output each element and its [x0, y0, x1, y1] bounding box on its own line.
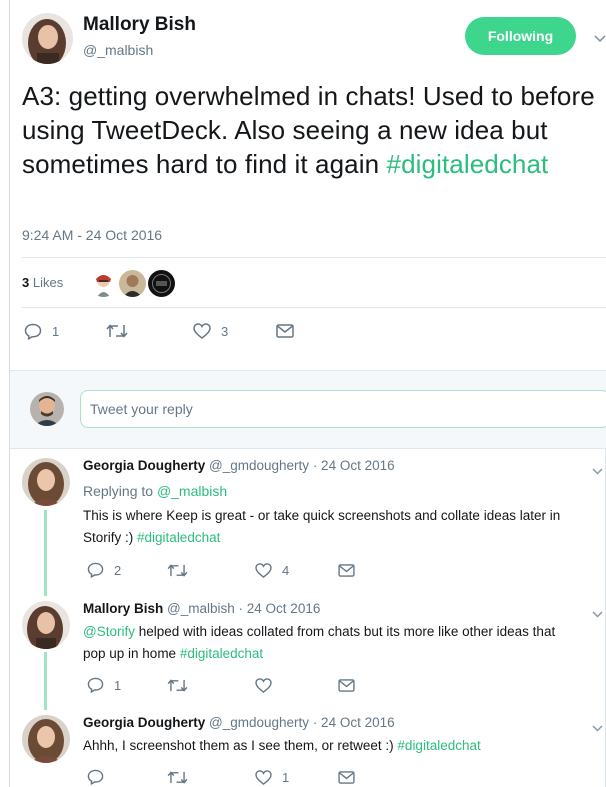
reply-avatar[interactable]	[22, 458, 70, 506]
reply-composer: Tweet your reply	[10, 370, 606, 449]
reply-date[interactable]: · 24 Oct 2016	[239, 601, 321, 616]
thread-connector	[44, 510, 47, 596]
author-handle[interactable]: @_malbish	[83, 42, 153, 58]
likes-summary[interactable]: 3 Likes	[22, 275, 63, 290]
tweet-hashtag-link[interactable]: #digitaledchat	[387, 149, 549, 179]
reply-hashtag-link[interactable]: #digitaledchat	[397, 738, 480, 753]
reply-count: 1	[114, 677, 122, 693]
reply-date[interactable]: · 24 Oct 2016	[313, 715, 395, 730]
reply-text: @Storify helped with ideas collated from…	[83, 621, 603, 665]
current-user-avatar	[30, 392, 64, 426]
reply-author-name[interactable]: Georgia Dougherty	[83, 458, 205, 473]
envelope-icon	[276, 324, 294, 338]
reply-author-name[interactable]: Georgia Dougherty	[83, 715, 205, 730]
heart-icon	[255, 678, 272, 693]
tweet-text: A3: getting overwhelmed in chats! Used t…	[22, 79, 597, 181]
reply-text-line1: helped with ideas collated from chats bu…	[138, 624, 556, 639]
reply-input[interactable]: Tweet your reply	[80, 390, 606, 428]
reply-header: Georgia Dougherty @_gmdougherty · 24 Oct…	[83, 715, 395, 730]
reply-icon	[87, 769, 104, 785]
reply-avatar[interactable]	[22, 715, 70, 763]
envelope-icon	[338, 679, 355, 692]
heart-icon	[193, 323, 211, 339]
reply-hashtag-link[interactable]: #digitaledchat	[180, 646, 263, 661]
liker-avatar[interactable]	[90, 270, 117, 297]
reply-mention-link[interactable]: @Storify	[83, 624, 135, 639]
direct-message-action[interactable]	[276, 324, 294, 338]
reply-author-handle[interactable]: @_malbish	[167, 601, 235, 616]
tweet-timestamp[interactable]: 9:24 AM - 24 Oct 2016	[22, 227, 162, 243]
retweet-action[interactable]	[106, 323, 138, 339]
likes-label: Likes	[32, 275, 64, 290]
divider	[22, 307, 606, 308]
retweet-icon	[167, 770, 188, 785]
envelope-icon	[338, 564, 355, 577]
following-button[interactable]: Following	[465, 17, 576, 55]
reply-hashtag-link[interactable]: #digitaledchat	[137, 530, 220, 545]
reply-options-chevron-icon[interactable]	[592, 720, 603, 735]
like-count: 3	[221, 323, 229, 339]
reply-icon	[24, 323, 42, 340]
like-action[interactable]: 1	[255, 770, 289, 785]
reply-date[interactable]: · 24 Oct 2016	[313, 458, 395, 473]
reply-text-line2: Storify :)	[83, 530, 134, 545]
reply-icon	[87, 677, 104, 693]
reply-header: Mallory Bish @_malbish · 24 Oct 2016	[83, 601, 320, 616]
like-count: 4	[282, 563, 290, 578]
retweet-icon	[167, 563, 188, 578]
reply-options-chevron-icon[interactable]	[592, 463, 603, 478]
like-action[interactable]: 3	[193, 323, 228, 339]
more-options-chevron-icon[interactable]	[594, 31, 606, 46]
reply-text-line: pop up in home #digitaledchat	[83, 643, 603, 665]
like-action[interactable]: 4	[255, 563, 289, 578]
reply-text-line: This is where Keep is great - or take qu…	[83, 508, 561, 523]
liker-avatar[interactable]	[119, 270, 146, 297]
replying-to-label: Replying to	[83, 483, 154, 499]
reply-icon	[87, 562, 104, 578]
heart-icon	[255, 770, 272, 785]
reply-count: 1	[52, 324, 60, 339]
like-count: 1	[282, 770, 290, 785]
reply-action[interactable]: 2	[87, 562, 121, 578]
heart-icon	[255, 563, 272, 578]
retweet-action[interactable]	[167, 678, 198, 693]
reply-options-chevron-icon[interactable]	[592, 606, 603, 621]
reply-action[interactable]	[87, 769, 114, 785]
reply-text: Ahhh, I screenshot them as I see them, o…	[83, 735, 603, 757]
liker-avatar[interactable]	[148, 270, 175, 297]
direct-message-action[interactable]	[338, 771, 355, 784]
reply-action[interactable]: 1	[24, 323, 59, 340]
reply-action[interactable]: 1	[87, 677, 121, 693]
main-tweet: Mallory Bish @_malbish Following A3: get…	[10, 0, 606, 370]
direct-message-action[interactable]	[338, 679, 355, 692]
reply-author-handle[interactable]: @_gmdougherty	[209, 715, 309, 730]
reply-author-handle[interactable]: @_gmdougherty	[209, 458, 309, 473]
reply-text: This is where Keep is great - or take qu…	[83, 505, 603, 549]
retweet-icon	[167, 678, 188, 693]
replying-to-handle[interactable]: @_malbish	[157, 483, 227, 499]
retweet-action[interactable]	[167, 563, 198, 578]
reply-count: 2	[114, 562, 122, 578]
envelope-icon	[338, 771, 355, 784]
retweet-action[interactable]	[167, 770, 198, 785]
author-name[interactable]: Mallory Bish	[83, 14, 196, 36]
reply-avatar[interactable]	[22, 601, 70, 649]
thread-connector	[44, 652, 47, 710]
author-avatar[interactable]	[22, 13, 73, 64]
like-action[interactable]	[255, 678, 282, 693]
retweet-icon	[106, 323, 128, 339]
replying-to: Replying to @_malbish	[83, 483, 227, 499]
reply-header: Georgia Dougherty @_gmdougherty · 24 Oct…	[83, 458, 395, 473]
reply-text-line: Ahhh, I screenshot them as I see them, o…	[83, 735, 603, 757]
reply-text-line: Storify :) #digitaledchat	[83, 527, 603, 549]
likes-count: 3	[22, 275, 30, 290]
reply-text-line: @Storify helped with ideas collated from…	[83, 621, 603, 643]
reply-text-line2: pop up in home	[83, 646, 177, 661]
reply-author-name[interactable]: Mallory Bish	[83, 601, 163, 616]
direct-message-action[interactable]	[338, 564, 355, 577]
reply-text-line1: Ahhh, I screenshot them as I see them, o…	[83, 738, 394, 753]
divider	[22, 257, 606, 258]
